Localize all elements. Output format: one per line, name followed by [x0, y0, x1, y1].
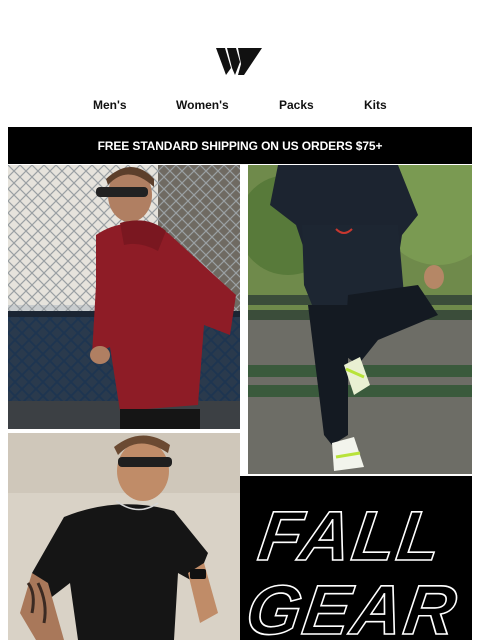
brand-logo-icon[interactable]	[216, 48, 262, 75]
product-photo-park-bench[interactable]	[248, 165, 472, 474]
headline-line-1: FALL	[254, 496, 448, 575]
shipping-banner-text: FREE STANDARD SHIPPING ON US ORDERS $75+	[97, 138, 383, 153]
hero-headline-panel[interactable]: FALL GEAR	[240, 476, 472, 640]
headline-line-2: GEAR	[242, 570, 463, 640]
nav-item-mens[interactable]: Men's	[93, 98, 127, 112]
nav-item-packs[interactable]: Packs	[279, 98, 314, 112]
shipping-banner[interactable]: FREE STANDARD SHIPPING ON US ORDERS $75+	[8, 127, 472, 164]
nav-item-kits[interactable]: Kits	[364, 98, 387, 112]
main-nav: Men's Women's Packs Kits	[0, 98, 480, 114]
product-photo-black-tee[interactable]	[8, 433, 240, 640]
nav-item-womens[interactable]: Women's	[176, 98, 229, 112]
product-photo-red-hoodie[interactable]	[8, 165, 240, 429]
